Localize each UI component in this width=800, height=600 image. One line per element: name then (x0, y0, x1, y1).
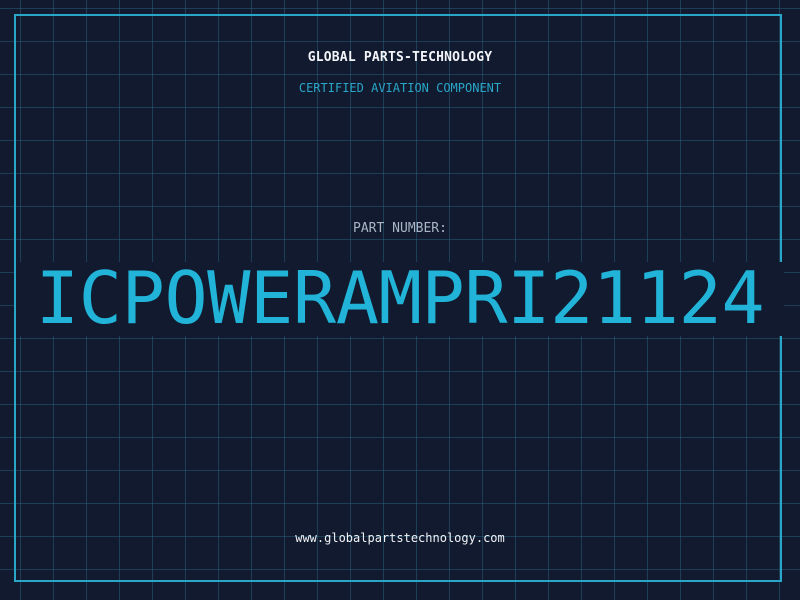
label-canvas: GLOBAL PARTS-TECHNOLOGY CERTIFIED AVIATI… (0, 0, 800, 600)
certification-subtitle: CERTIFIED AVIATION COMPONENT (298, 81, 502, 95)
part-number-label: PART NUMBER: (353, 221, 447, 236)
company-name: GLOBAL PARTS-TECHNOLOGY (307, 50, 493, 65)
website-url: www.globalpartstechnology.com (295, 531, 505, 545)
part-number-value: ICPOWERAMPRI21124 (35, 256, 765, 340)
